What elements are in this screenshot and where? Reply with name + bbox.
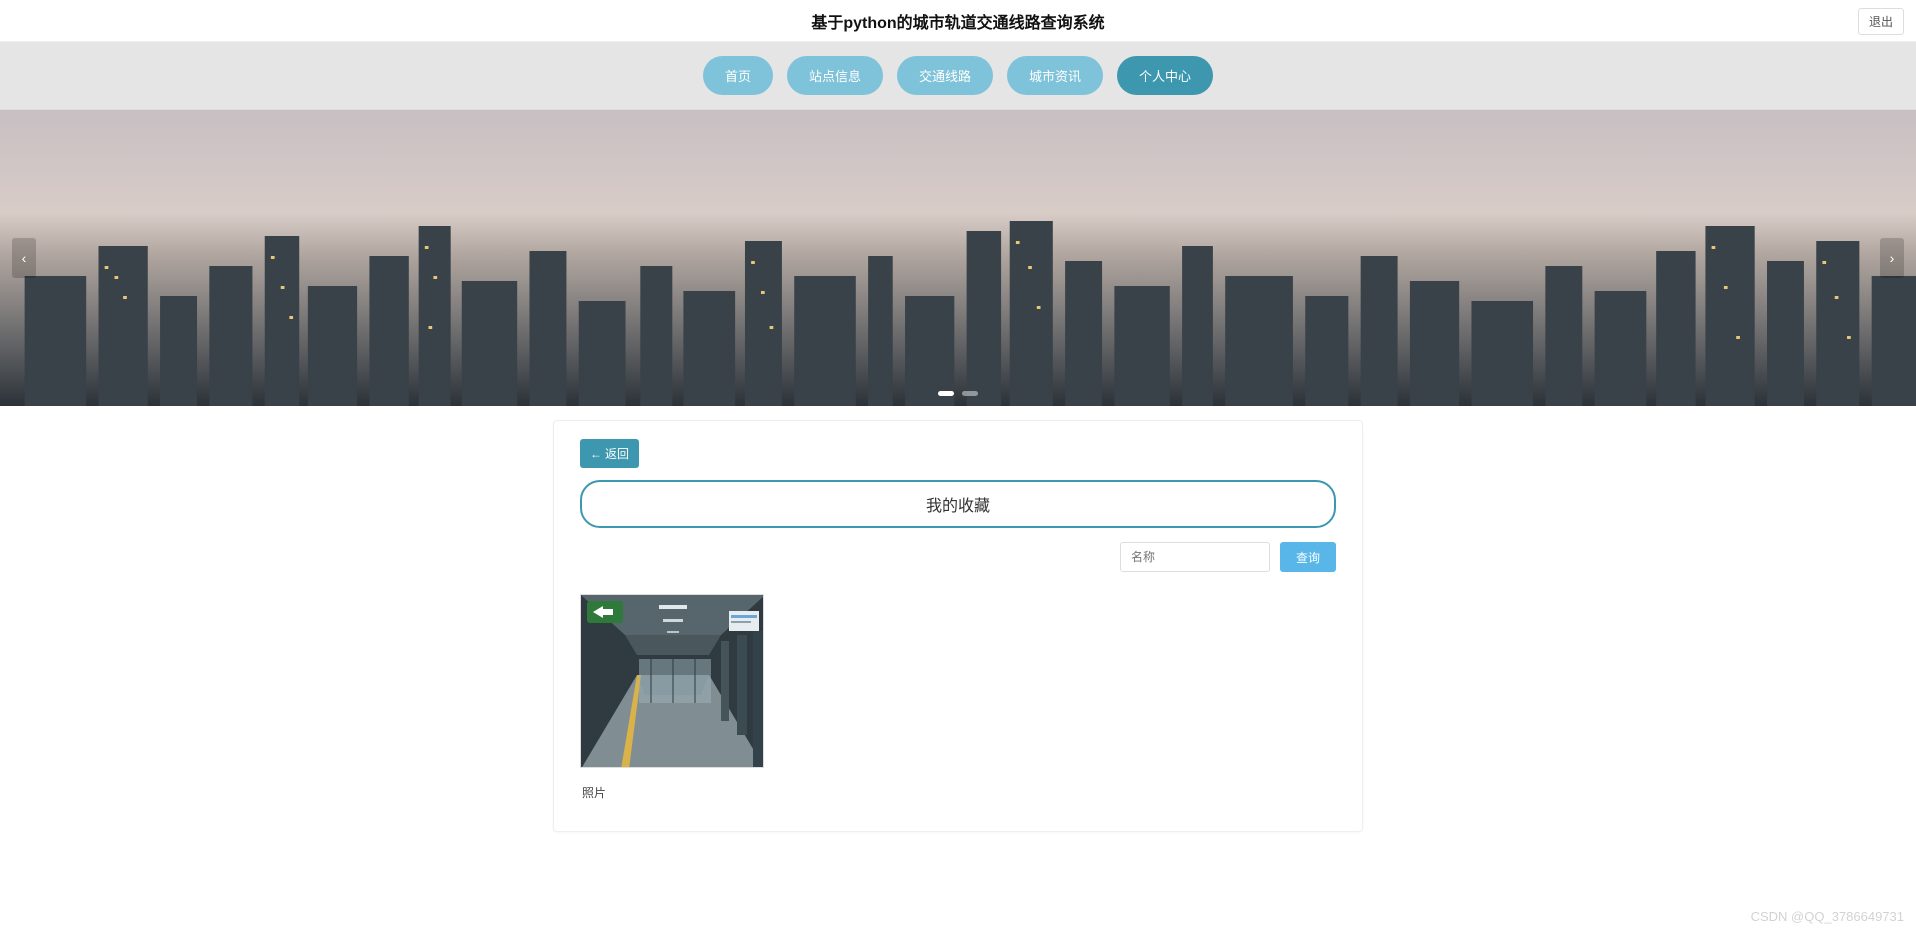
favorite-card[interactable]: 照片: [580, 594, 764, 801]
carousel-banner: ‹ ›: [0, 110, 1916, 406]
chevron-right-icon: ›: [1890, 250, 1895, 266]
favorites-grid: 照片: [580, 594, 1336, 801]
nav-lines[interactable]: 交通线路: [897, 56, 993, 95]
carousel-dots: [938, 391, 978, 396]
favorite-caption: 照片: [580, 784, 764, 801]
carousel-prev-button[interactable]: ‹: [12, 238, 36, 278]
nav-home[interactable]: 首页: [703, 56, 773, 95]
nav-news[interactable]: 城市资讯: [1007, 56, 1103, 95]
search-button[interactable]: 查询: [1280, 542, 1336, 572]
section-title: 我的收藏: [580, 480, 1336, 528]
carousel-dot-1[interactable]: [938, 391, 954, 396]
page-title: 基于python的城市轨道交通线路查询系统: [811, 9, 1104, 33]
search-row: 查询: [580, 542, 1336, 572]
navbar: 首页 站点信息 交通线路 城市资讯 个人中心: [0, 56, 1916, 95]
arrow-left-icon: ←: [590, 447, 602, 461]
navbar-wrap: 首页 站点信息 交通线路 城市资讯 个人中心: [0, 42, 1916, 110]
carousel-dot-2[interactable]: [962, 391, 978, 396]
header: 基于python的城市轨道交通线路查询系统 退出: [0, 0, 1916, 42]
chevron-left-icon: ‹: [22, 250, 27, 266]
search-input[interactable]: [1120, 542, 1270, 572]
nav-stations[interactable]: 站点信息: [787, 56, 883, 95]
back-button[interactable]: ← 返回: [580, 439, 639, 468]
watermark: CSDN @QQ_3786649731: [1751, 909, 1904, 924]
nav-user-center[interactable]: 个人中心: [1117, 56, 1213, 95]
skyline-image: [0, 206, 1916, 406]
content-panel: ← 返回 我的收藏 查询: [553, 420, 1363, 832]
favorite-thumbnail: [580, 594, 764, 768]
carousel-next-button[interactable]: ›: [1880, 238, 1904, 278]
back-button-label: 返回: [605, 445, 629, 462]
metro-station-image: [581, 595, 764, 768]
logout-button[interactable]: 退出: [1858, 8, 1904, 35]
